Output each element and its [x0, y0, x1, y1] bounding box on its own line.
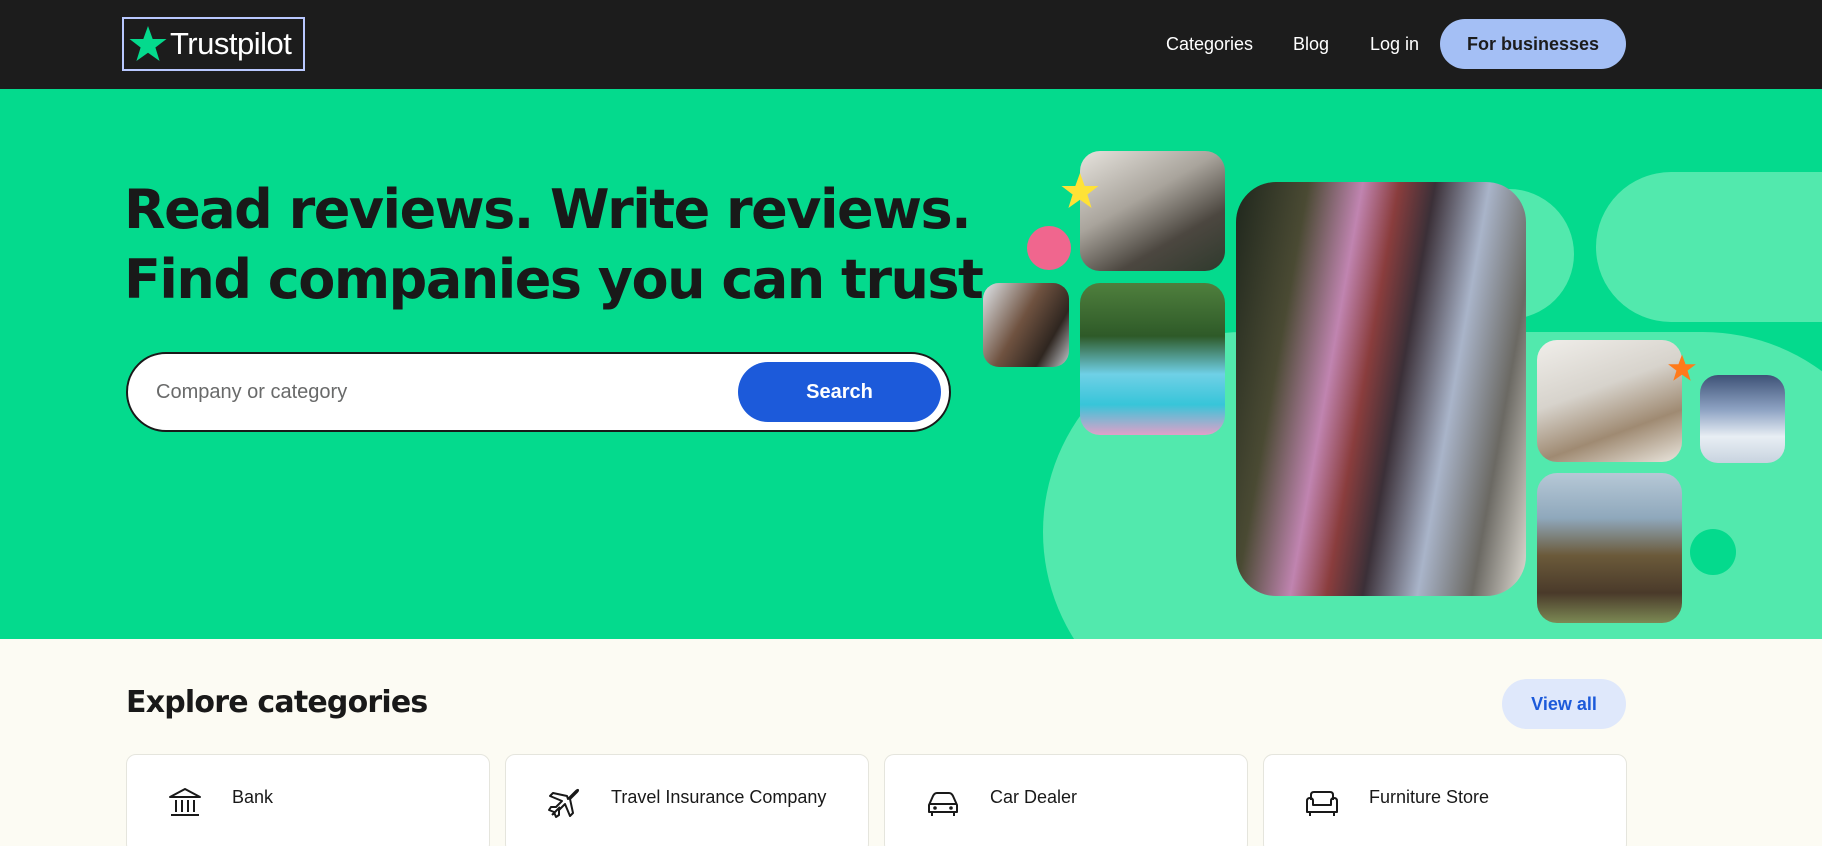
review-photo-mountains: [1700, 375, 1785, 463]
search-input[interactable]: [156, 354, 716, 430]
star-logo-icon: [129, 26, 167, 61]
hero-title-line1: Read reviews. Write reviews.: [124, 178, 972, 241]
hero-title: Read reviews. Write reviews. Find compan…: [124, 175, 1003, 315]
yellow-star-icon: [1061, 173, 1099, 208]
nav-categories[interactable]: Categories: [1166, 0, 1253, 89]
search-button[interactable]: Search: [738, 362, 941, 422]
hero-section: Read reviews. Write reviews. Find compan…: [0, 89, 1822, 639]
review-photo-living-room: [1080, 151, 1225, 271]
category-label: Bank: [232, 787, 274, 807]
nav-login[interactable]: Log in: [1370, 0, 1419, 89]
review-photo-pool: [1080, 283, 1225, 435]
category-card-car-dealer[interactable]: Car Dealer: [884, 754, 1248, 846]
review-photo-flower-shop: [1236, 182, 1526, 596]
airplane-icon: [548, 788, 580, 818]
site-header: Trustpilot Categories Blog Log in For bu…: [0, 0, 1822, 89]
category-card-furniture-store[interactable]: Furniture Store: [1263, 754, 1627, 846]
nav-blog[interactable]: Blog: [1293, 0, 1329, 89]
logo-text: Trustpilot: [170, 26, 292, 61]
nav-categories-link[interactable]: Categories: [1166, 34, 1253, 55]
review-photo-selfie: [1537, 473, 1682, 623]
nav-blog-link[interactable]: Blog: [1293, 34, 1329, 55]
nav-login-link[interactable]: Log in: [1370, 34, 1419, 55]
bank-icon: [169, 788, 201, 816]
category-label: Car Dealer: [990, 787, 1078, 807]
decorative-dot: [1690, 529, 1736, 575]
category-card-travel-insurance[interactable]: Travel Insurance Company: [505, 754, 869, 846]
category-label: Travel Insurance Company: [611, 787, 827, 807]
decorative-dot: [1027, 226, 1071, 270]
trustpilot-logo[interactable]: Trustpilot: [122, 17, 305, 71]
explore-categories-title: Explore categories: [126, 685, 428, 720]
hero-title-line2: Find companies you can trust.: [124, 248, 1003, 311]
category-label: Furniture Store: [1369, 787, 1490, 807]
car-icon: [928, 792, 958, 816]
search-bar: Search: [126, 352, 951, 432]
view-all-button[interactable]: View all: [1502, 679, 1626, 729]
for-businesses-button[interactable]: For businesses: [1440, 19, 1626, 69]
review-photo-friends: [983, 283, 1069, 367]
sofa-icon: [1306, 791, 1338, 816]
orange-star-icon: [1668, 354, 1696, 381]
review-photo-shelf-room: [1537, 340, 1682, 462]
category-card-bank[interactable]: Bank: [126, 754, 490, 846]
decorative-blob: [1596, 172, 1822, 322]
